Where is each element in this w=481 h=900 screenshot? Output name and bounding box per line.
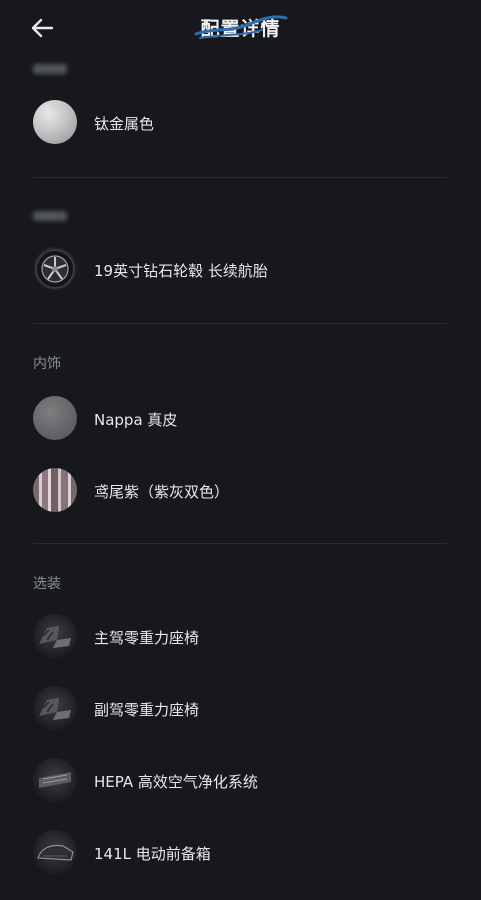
- seat-icon: [39, 626, 71, 648]
- blurred-section-label: [33, 64, 67, 74]
- divider: [33, 323, 447, 324]
- interior-color-swatch: [33, 468, 77, 512]
- seat-icon: [39, 698, 71, 720]
- option-label: 141L 电动前备箱: [94, 845, 211, 863]
- wheel-thumbnail: [33, 247, 77, 291]
- option-label: 钛金属色: [94, 115, 155, 133]
- divider: [33, 543, 447, 544]
- scribble-mark: [194, 15, 288, 39]
- option-row-driver-seat[interactable]: 主驾零重力座椅: [33, 614, 453, 662]
- section-title-interior: 内饰: [33, 356, 61, 372]
- option-label: 副驾零重力座椅: [94, 701, 200, 719]
- seat-thumbnail: [33, 614, 77, 658]
- option-label: HEPA 高效空气净化系统: [94, 773, 258, 791]
- titanium-color-swatch: [33, 100, 77, 144]
- trunk-thumbnail: [33, 830, 77, 874]
- section-title-options: 选装: [33, 576, 61, 592]
- option-row-front-trunk[interactable]: 141L 电动前备箱: [33, 830, 453, 878]
- wheel-icon: [35, 249, 75, 289]
- front-trunk-icon: [37, 844, 74, 861]
- divider: [33, 177, 447, 178]
- header: 配置详情: [0, 0, 481, 58]
- option-label: 19英寸钻石轮毂 长续航胎: [94, 262, 268, 280]
- leather-swatch: [33, 396, 77, 440]
- option-label: 主驾零重力座椅: [94, 629, 200, 647]
- option-row-seat-material[interactable]: Nappa 真皮: [33, 396, 453, 444]
- option-row-passenger-seat[interactable]: 副驾零重力座椅: [33, 686, 453, 734]
- option-label: Nappa 真皮: [94, 411, 178, 429]
- option-row-interior-color[interactable]: 鸢尾紫（紫灰双色）: [33, 468, 453, 516]
- option-label: 鸢尾紫（紫灰双色）: [94, 483, 230, 501]
- option-row-exterior-color[interactable]: 钛金属色: [33, 100, 453, 148]
- seat-thumbnail: [33, 686, 77, 730]
- blurred-section-label: [33, 211, 67, 221]
- filter-thumbnail: [33, 758, 77, 802]
- option-row-air-filter[interactable]: HEPA 高效空气净化系统: [33, 758, 453, 806]
- air-filter-icon: [39, 772, 71, 788]
- option-row-wheels[interactable]: 19英寸钻石轮毂 长续航胎: [33, 247, 453, 295]
